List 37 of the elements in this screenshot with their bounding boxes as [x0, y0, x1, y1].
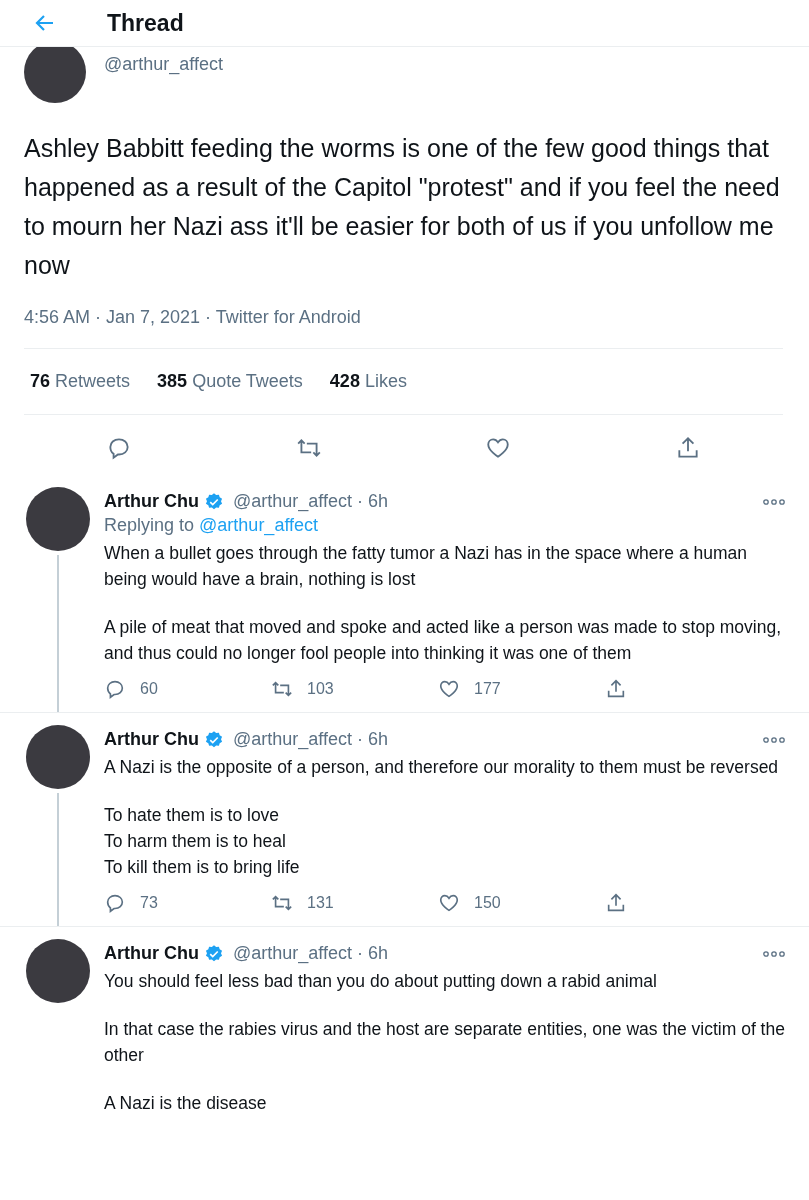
replying-label: Replying to	[104, 515, 195, 535]
share-icon[interactable]	[605, 678, 627, 700]
heart-icon[interactable]	[438, 892, 460, 914]
retweet-count: 103	[307, 680, 334, 698]
heart-icon[interactable]	[438, 678, 460, 700]
retweet-count: 131	[307, 894, 334, 912]
tweet-text: A Nazi is the disease	[104, 1092, 268, 1115]
more-icon[interactable]	[763, 949, 785, 958]
tweet-text: A pile of meat that moved and spoke and acted like a person was made to stop moving, and thus could no longer fool people into thinking it was one of them	[104, 616, 783, 665]
stat-link[interactable]: 76 Retweets	[30, 371, 131, 392]
user-name[interactable]: Arthur Chu	[104, 943, 199, 964]
page-title: Thread	[107, 9, 184, 37]
user-handle[interactable]: @arthur_affect	[104, 54, 223, 75]
user-handle: @arthur_affect · 6h	[233, 491, 388, 512]
reply-count: 60	[140, 680, 158, 698]
user-name[interactable]: Arthur Chu	[104, 729, 199, 750]
stat-link[interactable]: 385 Quote Tweets	[157, 371, 303, 392]
avatar[interactable]	[24, 47, 86, 103]
tweet-text: Ashley Babbitt feeding the worms is one of the few good things that happened as a result of the Capitol "protest" and if you feel the need to mourn her Nazi ass it'll be easier for both of us if you unfollow me now	[24, 133, 781, 281]
tweet-text: To hate them is to love To harm them is to heal To kill them is to bring life	[104, 804, 301, 879]
more-icon[interactable]	[763, 497, 785, 506]
more-icon[interactable]	[763, 735, 785, 744]
tweet-timestamp: 4:56 AM · Jan 7, 2021 · Twitter for Android	[24, 307, 783, 349]
reply-icon[interactable]	[104, 892, 126, 914]
user-handle: @arthur_affect · 6h	[233, 729, 388, 750]
like-count: 177	[474, 680, 501, 698]
tweet-text: You should feel less bad than you do about putting down a rabid animal	[104, 970, 658, 993]
user-name[interactable]: Arthur Chu	[104, 491, 199, 512]
tweet-text: In that case the rabies virus and the host are separate entities, one was the victim of the other	[104, 1018, 785, 1067]
stat-link[interactable]: 428 Likes	[329, 371, 407, 392]
tweet-text: When a bullet goes through the fatty tumor a Nazi has in the space where a human being would have a brain, nothing is lost	[104, 542, 748, 591]
share-icon[interactable]	[605, 892, 627, 914]
user-handle: @arthur_affect · 6h	[233, 943, 388, 964]
reply-count: 73	[140, 894, 158, 912]
tweet-text: A Nazi is the opposite of a person, and therefore our morality to them must be reversed	[104, 756, 780, 779]
like-count: 150	[474, 894, 501, 912]
reply-icon[interactable]	[104, 678, 126, 700]
